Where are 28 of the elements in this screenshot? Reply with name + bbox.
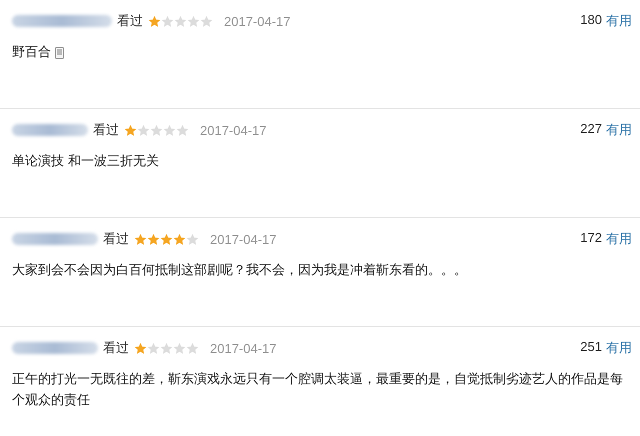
- comment-date: 2017-04-17: [210, 232, 276, 246]
- filled-star-icon: [134, 342, 147, 354]
- comment-text: 野百合: [12, 44, 51, 62]
- comment-date: 2017-04-17: [210, 340, 276, 356]
- useful-link[interactable]: 有用: [606, 230, 632, 248]
- watched-status: 看过: [103, 340, 129, 357]
- watched-status: 看过: [103, 231, 129, 248]
- comment-text: 单论演技 和一波三折无关: [12, 153, 160, 171]
- phone-icon: [55, 47, 64, 59]
- vote-count: 180: [580, 12, 602, 29]
- filled-star-icon: [124, 124, 137, 136]
- useful-link[interactable]: 有用: [606, 12, 632, 30]
- watched-status: 看过: [93, 122, 119, 139]
- filled-star-icon: [147, 232, 160, 246]
- filled-star-icon: [173, 232, 186, 246]
- useful-link[interactable]: 有用: [606, 339, 632, 357]
- watched-status: 看过: [117, 13, 143, 30]
- useful-link[interactable]: 有用: [606, 121, 632, 139]
- filled-star-icon: [134, 232, 147, 246]
- comment-date: 2017-04-17: [200, 122, 266, 138]
- vote-count: 251: [580, 339, 602, 356]
- vote-count: 172: [580, 230, 602, 247]
- comment-date: 2017-04-17: [224, 14, 290, 28]
- comment-text: 大家到会不会因为白百何抵制这部剧呢？我不会，因为我是冲着靳东看的。。。: [12, 262, 467, 280]
- filled-star-icon: [160, 232, 173, 246]
- comment-text: 正午的打光一无既往的差，靳东演戏永远只有一个腔调太装逼，最重要的是，自觉抵制劣迹艺人的作品是每个观众的责任: [12, 371, 624, 410]
- vote-count: 227: [580, 121, 602, 138]
- filled-star-icon: [148, 14, 161, 28]
